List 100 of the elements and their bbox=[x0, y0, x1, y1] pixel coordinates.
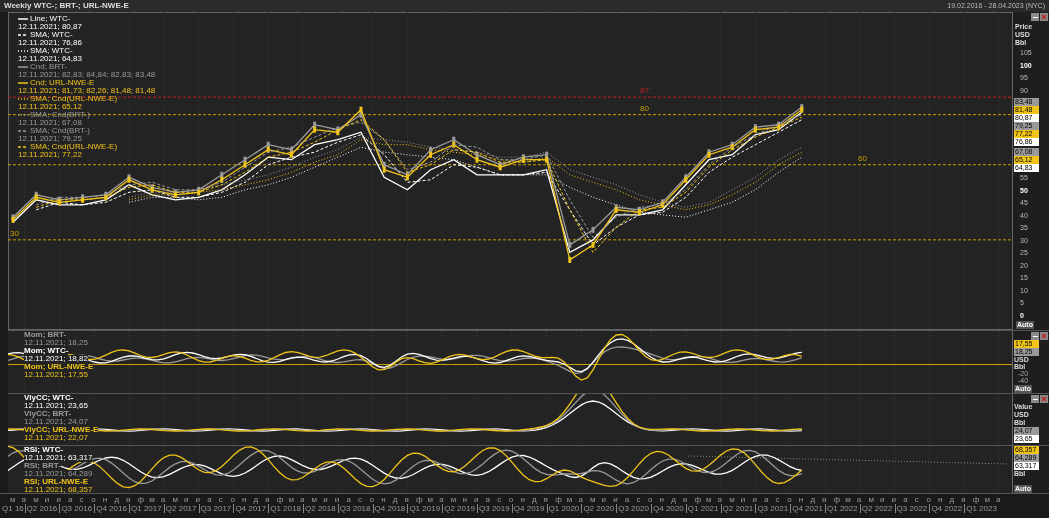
month-label: м bbox=[845, 495, 851, 504]
month-label: н bbox=[938, 495, 943, 504]
month-label: ф bbox=[833, 495, 841, 504]
legend-series-name: SMA; Cnd(URL-NWE-E) bbox=[30, 95, 118, 103]
month-label: я bbox=[682, 495, 688, 504]
level-label: 80 bbox=[640, 104, 649, 113]
month-label: и bbox=[44, 495, 50, 504]
quarter-label: Q3 2020 bbox=[618, 504, 649, 513]
month-label: а bbox=[300, 495, 305, 504]
legend-value: 12.11.2021; 80,87 bbox=[18, 23, 82, 31]
quarter-label: Q3 2018 bbox=[339, 504, 371, 513]
month-label: и bbox=[462, 495, 467, 504]
legend-value: 12.11.2021; 64,289 bbox=[24, 470, 93, 478]
quarter-label: Q1 2020 bbox=[548, 504, 580, 513]
month-label: с bbox=[358, 495, 362, 504]
month-label: м bbox=[10, 495, 16, 504]
month-label: и bbox=[56, 495, 61, 504]
month-label: д bbox=[114, 495, 120, 504]
month-label: м bbox=[450, 495, 457, 504]
legend-value: 12.11.2021; 67,08 bbox=[18, 119, 82, 127]
quarter-label: Q2 2021 bbox=[722, 504, 754, 513]
legend-value: 12.11.2021; 18,82 bbox=[24, 355, 88, 363]
quarter-label: Q1 16 bbox=[2, 504, 24, 513]
legend-series-name: SMA; Cnd(URL-NWE-E) bbox=[30, 143, 118, 151]
month-label: н bbox=[520, 495, 525, 504]
quarter-label: Q4 2018 bbox=[374, 504, 406, 513]
month-label: а bbox=[578, 495, 583, 504]
month-label: о bbox=[230, 495, 235, 504]
legend-series-name: SMA; Cnd(BRT-) bbox=[30, 127, 90, 135]
legend-value: 12.11.2021; 17,55 bbox=[24, 371, 88, 379]
quarter-label: Q1 2022 bbox=[827, 504, 858, 513]
month-label: м bbox=[984, 495, 990, 504]
month-label: м bbox=[311, 495, 318, 504]
legend-series-name: Mom; URL-NWE-E bbox=[24, 363, 94, 371]
level-label: 30 bbox=[10, 229, 19, 238]
month-label: а bbox=[624, 495, 630, 504]
month-label: а bbox=[68, 495, 73, 504]
quarter-label: Q2 2019 bbox=[444, 504, 475, 513]
month-label: ф bbox=[416, 495, 423, 504]
month-label: м bbox=[427, 495, 434, 504]
month-label: о bbox=[369, 495, 375, 504]
quarter-label: Q3 2022 bbox=[896, 504, 928, 513]
month-label: а bbox=[21, 495, 27, 504]
quarter-label: Q1 2021 bbox=[687, 504, 719, 513]
month-label: с bbox=[775, 495, 780, 504]
month-label: д bbox=[671, 495, 676, 504]
legend-series-name: Cnd; BRT- bbox=[30, 63, 68, 71]
legend-series-name: SMA; WTC- bbox=[30, 47, 73, 55]
quarter-label: Q2 2017 bbox=[165, 504, 197, 513]
legend-value: 12.11.2021; 24,07 bbox=[24, 418, 88, 426]
quarter-label: Q4 2016 bbox=[96, 504, 127, 513]
month-label: и bbox=[752, 495, 757, 504]
legend-series-name: VlyCC; BRT- bbox=[24, 410, 72, 418]
quarter-label: Q2 2022 bbox=[861, 504, 893, 513]
month-label: и bbox=[601, 495, 607, 504]
month-label: м bbox=[172, 495, 178, 504]
month-label: м bbox=[288, 495, 294, 504]
legend-value: 12.11.2021; 64,83 bbox=[18, 55, 82, 63]
quarter-label: Q2 2018 bbox=[305, 504, 336, 513]
month-label: д bbox=[810, 495, 816, 504]
quarter-label: Q1 2018 bbox=[270, 504, 301, 513]
quarter-label: Q2 2016 bbox=[26, 504, 58, 513]
month-label: я bbox=[126, 495, 131, 504]
month-label: и bbox=[334, 495, 340, 504]
month-label: д bbox=[949, 495, 955, 504]
quarter-label: Q3 2021 bbox=[757, 504, 789, 513]
month-label: и bbox=[880, 495, 885, 504]
legend-series-name: RSI; BRT- bbox=[24, 462, 61, 470]
month-label: а bbox=[903, 495, 908, 504]
month-label: я bbox=[404, 495, 409, 504]
month-label: и bbox=[184, 495, 189, 504]
month-label: и bbox=[474, 495, 479, 504]
quarter-label: Q3 2016 bbox=[61, 504, 93, 513]
month-label: а bbox=[160, 495, 166, 504]
month-label: н bbox=[659, 495, 664, 504]
legend-value: 12.11.2021; 77,22 bbox=[18, 151, 82, 159]
quarter-label: Q1 2017 bbox=[131, 504, 162, 513]
month-label: я bbox=[265, 495, 270, 504]
month-label: с bbox=[218, 495, 223, 504]
month-label: а bbox=[764, 495, 769, 504]
legend-series-name: Cnd; URL-NWE-E bbox=[30, 79, 95, 87]
month-label: я bbox=[961, 495, 966, 504]
level-label: 87 bbox=[640, 87, 649, 96]
month-label: м bbox=[590, 495, 596, 504]
month-label: м bbox=[868, 495, 874, 504]
legend-value: 12.11.2021; 18,25 bbox=[24, 339, 88, 347]
month-label: я bbox=[822, 495, 827, 504]
quarter-label: Q4 2020 bbox=[653, 504, 684, 513]
quarter-label: Q2 2020 bbox=[583, 504, 615, 513]
month-label: ф bbox=[276, 495, 284, 504]
level-label: 60 bbox=[858, 154, 867, 163]
legend-value: 12.11.2021; 23,65 bbox=[24, 402, 88, 410]
quarter-label: Q4 2021 bbox=[792, 504, 823, 513]
month-label: а bbox=[207, 495, 212, 504]
month-label: а bbox=[346, 495, 351, 504]
month-label: н bbox=[102, 495, 108, 504]
month-label: о bbox=[91, 495, 96, 504]
month-label: д bbox=[392, 495, 398, 504]
month-label: а bbox=[717, 495, 723, 504]
month-label: ф bbox=[555, 495, 562, 504]
